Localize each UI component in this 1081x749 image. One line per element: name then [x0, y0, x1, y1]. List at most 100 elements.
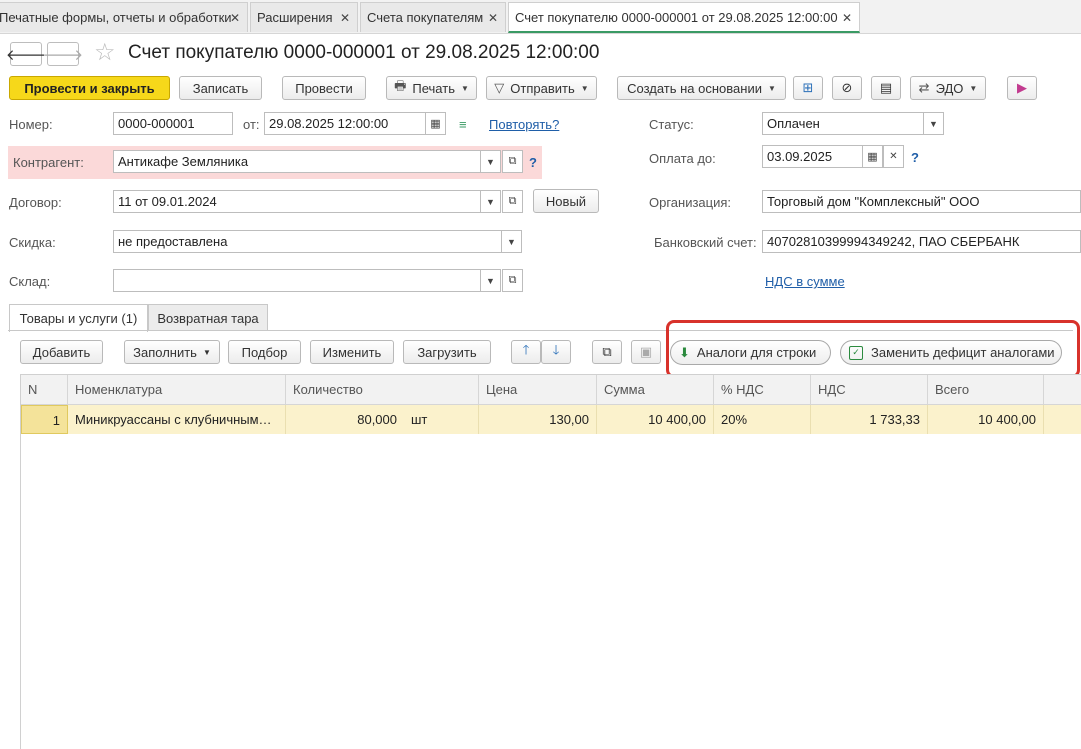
chevron-down-icon: ▼	[486, 196, 495, 207]
play-icon: ▶	[1017, 80, 1027, 95]
paste-icon: ▣	[639, 344, 653, 359]
back-button[interactable]: 🡐	[6, 42, 46, 66]
contract-open-button[interactable]: ⧉	[502, 190, 523, 213]
send-button[interactable]: ▽ Отправить ▼	[486, 76, 597, 100]
favorite-star-icon[interactable]: ☆	[94, 40, 116, 66]
cell-total[interactable]: 10 400,00	[928, 405, 1044, 434]
create-based-on-button[interactable]: Создать на основании ▼	[617, 76, 786, 100]
paste-button[interactable]: ▣	[631, 340, 661, 364]
print-button[interactable]: 🖶 Печать ▼	[386, 76, 477, 100]
counterparty-dropdown-button[interactable]: ▼	[480, 150, 501, 173]
tab-print-forms[interactable]: Печатные формы, отчеты и обработки ✕	[0, 2, 248, 32]
attach-button[interactable]: ⊘	[832, 76, 862, 100]
tab-label: Счета покупателям	[367, 10, 484, 25]
copy-button[interactable]: ⧉	[592, 340, 622, 364]
column-header-n[interactable]: N	[21, 375, 68, 405]
forward-button[interactable]: 🡒	[43, 42, 83, 66]
number-label: Номер:	[9, 117, 53, 132]
post-and-close-button[interactable]: Провести и закрыть	[9, 76, 170, 100]
column-header-price[interactable]: Цена	[479, 375, 597, 405]
pick-button[interactable]: Подбор	[228, 340, 301, 364]
edit-button[interactable]: Изменить	[310, 340, 394, 364]
open-icon: ⧉	[508, 195, 517, 207]
chevron-down-icon: ▼	[486, 275, 495, 286]
move-up-button[interactable]: 🡑	[511, 340, 541, 364]
cell-item[interactable]: Миникруассаны с клубничным…	[68, 405, 286, 434]
column-header-sum[interactable]: Сумма	[597, 375, 714, 405]
status-field[interactable]: Оплачен	[762, 112, 924, 135]
cell-vat-rate[interactable]: 20%	[714, 405, 811, 434]
arrow-left-icon: 🡐	[5, 46, 47, 64]
page-title: Счет покупателю 0000-000001 от 29.08.202…	[128, 42, 600, 63]
counterparty-field[interactable]: Антикафе Земляника	[113, 150, 481, 173]
calendar-icon: ▦	[430, 118, 441, 130]
load-button[interactable]: Загрузить	[403, 340, 491, 364]
organization-label: Организация:	[649, 195, 732, 210]
discount-dropdown-button[interactable]: ▼	[501, 230, 522, 253]
post-button[interactable]: Провести	[282, 76, 366, 100]
counterparty-open-button[interactable]: ⧉	[502, 150, 523, 173]
close-icon[interactable]: ✕	[230, 11, 240, 25]
cell-vat[interactable]: 1 733,33	[811, 405, 928, 434]
help-icon[interactable]: ?	[911, 150, 919, 165]
bank-account-field[interactable]: 40702810399994349242, ПАО СБЕРБАНК	[762, 230, 1081, 253]
tab-customer-invoices[interactable]: Счета покупателям ✕	[360, 2, 506, 32]
repeat-icon[interactable]: ≡	[459, 117, 467, 132]
cell-price[interactable]: 130,00	[479, 405, 597, 434]
edo-button[interactable]: ⇄ ЭДО ▼	[910, 76, 986, 100]
edo-icon: ⇄	[918, 80, 930, 95]
printer-icon: 🖶	[394, 78, 407, 93]
chevron-down-icon: ▼	[507, 236, 516, 247]
calendar-button[interactable]: ▦	[425, 112, 446, 135]
date-field[interactable]: 29.08.2025 12:00:00	[264, 112, 426, 135]
pay-until-clear-button[interactable]: ✕	[883, 145, 904, 168]
organization-field[interactable]: Торговый дом "Комплексный" ООО	[762, 190, 1081, 213]
discount-field[interactable]: не предоставлена	[113, 230, 502, 253]
cell-quantity[interactable]: 80,000	[286, 405, 404, 434]
new-contract-button[interactable]: Новый	[533, 189, 599, 213]
vat-in-amount-link[interactable]: НДС в сумме	[765, 274, 845, 289]
cell-n[interactable]: 1	[21, 405, 68, 434]
column-header-total[interactable]: Всего	[928, 375, 1044, 405]
chevron-down-icon: ▼	[580, 83, 589, 93]
contract-dropdown-button[interactable]: ▼	[480, 190, 501, 213]
contract-field[interactable]: 11 от 09.01.2024	[113, 190, 481, 213]
tab-current-invoice[interactable]: Счет покупателю 0000-000001 от 29.08.202…	[508, 2, 860, 33]
cell-sum[interactable]: 10 400,00	[597, 405, 714, 434]
help-icon[interactable]: ?	[529, 155, 537, 170]
arrow-down-icon: 🡓	[552, 342, 560, 357]
warehouse-open-button[interactable]: ⧉	[502, 269, 523, 292]
bank-account-label: Банковский счет:	[654, 235, 757, 250]
column-header-quantity[interactable]: Количество	[286, 375, 479, 405]
chevron-down-icon: ▼	[202, 347, 211, 357]
status-dropdown-button[interactable]: ▼	[923, 112, 944, 135]
warehouse-field[interactable]	[113, 269, 481, 292]
move-down-button[interactable]: 🡓	[541, 340, 571, 364]
close-icon[interactable]: ✕	[488, 11, 498, 25]
app-menu-button[interactable]: ▶	[1007, 76, 1037, 100]
save-button[interactable]: Записать	[179, 76, 262, 100]
arrow-right-icon: 🡒	[42, 46, 84, 64]
warehouse-dropdown-button[interactable]: ▼	[480, 269, 501, 292]
cell-unit[interactable]: шт	[404, 405, 479, 434]
fill-button[interactable]: Заполнить ▼	[124, 340, 220, 364]
goods-table: N Номенклатура Количество Цена Сумма % Н…	[20, 374, 1081, 749]
tab-extensions[interactable]: Расширения ✕	[250, 2, 358, 32]
send-icon: ▽	[494, 80, 505, 95]
status-label: Статус:	[649, 117, 694, 132]
tab-returnable-container[interactable]: Возвратная тара	[148, 304, 268, 331]
pay-until-calendar-button[interactable]: ▦	[862, 145, 883, 168]
pay-until-field[interactable]: 03.09.2025	[762, 145, 863, 168]
column-header-item[interactable]: Номенклатура	[68, 375, 286, 405]
column-header-vat-rate[interactable]: % НДС	[714, 375, 811, 405]
add-row-button[interactable]: Добавить	[20, 340, 103, 364]
chevron-down-icon: ▼	[767, 83, 776, 93]
tab-goods-services[interactable]: Товары и услуги (1)	[9, 304, 148, 332]
close-icon[interactable]: ✕	[842, 11, 852, 25]
column-header-vat[interactable]: НДС	[811, 375, 928, 405]
structure-button[interactable]: ⊞	[793, 76, 823, 100]
close-icon[interactable]: ✕	[340, 11, 350, 25]
repeat-link[interactable]: Повторять?	[489, 117, 559, 132]
report-button[interactable]: ▤	[871, 76, 901, 100]
number-field[interactable]: 0000-000001	[113, 112, 233, 135]
